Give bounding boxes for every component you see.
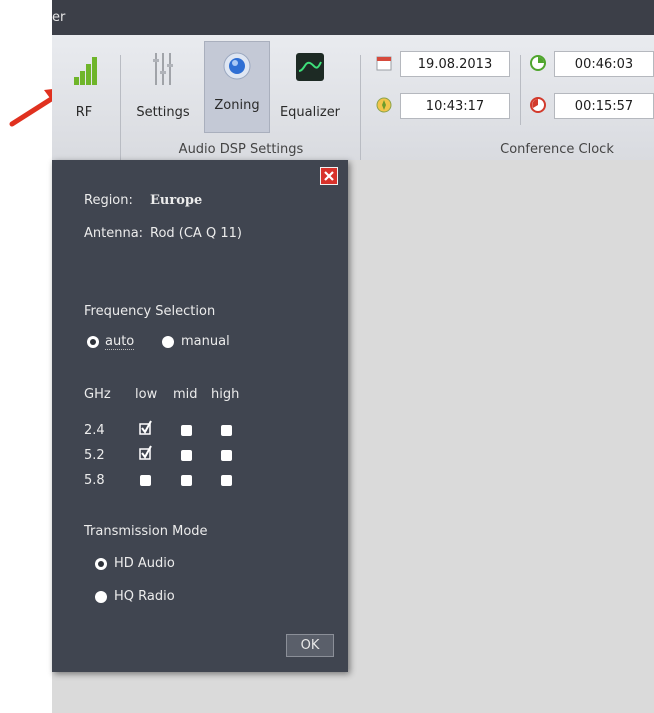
signal-bars-icon	[74, 57, 97, 85]
freq-manual-radio[interactable]	[162, 336, 174, 348]
zoning-button[interactable]: Zoning	[204, 41, 270, 133]
antenna-label: Antenna:	[84, 226, 144, 241]
checkmark-icon	[139, 420, 152, 435]
clock-group-label: Conference Clock	[500, 142, 614, 157]
checkbox-2-4-high[interactable]	[221, 425, 232, 436]
freq-auto-label[interactable]: auto	[105, 334, 135, 350]
rf-settings-dialog: Region: Europe Antenna: Rod (CA Q 11) Fr…	[52, 160, 348, 672]
region-value: Europe	[150, 193, 203, 208]
timer-remaining-icon	[530, 97, 546, 113]
window-title: er	[52, 10, 66, 25]
checkbox-5-2-low[interactable]	[139, 445, 152, 460]
rf-button[interactable]: RF	[60, 43, 108, 133]
mode-hq-radio-label[interactable]: HQ Radio	[114, 589, 175, 604]
checkmark-icon	[139, 445, 152, 460]
zoning-label: Zoning	[214, 98, 260, 113]
mode-hd-audio-radio[interactable]	[95, 558, 107, 570]
elapsed-timer-field[interactable]: 00:46:03	[554, 51, 654, 77]
ghz-header: GHz	[84, 387, 111, 402]
sliders-icon	[153, 53, 173, 85]
equalizer-button[interactable]: Equalizer	[274, 43, 346, 133]
waveform-icon	[296, 53, 324, 81]
mode-hq-radio-radio[interactable]	[95, 591, 107, 603]
checkbox-5-2-mid[interactable]	[181, 450, 192, 461]
close-button[interactable]	[320, 167, 338, 185]
settings-label: Settings	[136, 105, 190, 120]
checkbox-5-8-high[interactable]	[221, 475, 232, 486]
zoning-disc-icon	[223, 52, 251, 80]
checkbox-5-2-high[interactable]	[221, 450, 232, 461]
audio-group-label: Audio DSP Settings	[178, 142, 304, 157]
frequency-selection-heading: Frequency Selection	[84, 304, 216, 319]
rf-label: RF	[75, 105, 93, 120]
time-field[interactable]: 10:43:17	[400, 93, 510, 119]
ghz-row-label: 5.8	[84, 473, 105, 488]
timer-start-icon	[530, 55, 546, 71]
mid-header: mid	[173, 387, 198, 402]
calendar-icon	[376, 56, 392, 71]
freq-manual-label[interactable]: manual	[181, 334, 230, 349]
checkbox-5-8-low[interactable]	[140, 475, 151, 486]
equalizer-label: Equalizer	[279, 105, 341, 120]
close-icon	[324, 171, 334, 181]
date-field[interactable]: 19.08.2013	[400, 51, 510, 77]
freq-auto-radio[interactable]	[87, 336, 99, 348]
compass-icon	[376, 97, 392, 113]
ghz-row-label: 5.2	[84, 448, 105, 463]
settings-button[interactable]: Settings	[128, 43, 198, 133]
transmission-mode-heading: Transmission Mode	[84, 524, 208, 539]
low-header: low	[135, 387, 158, 402]
ribbon-toolbar: RF Settings Zoning Equalizer Audio DSP S…	[52, 35, 654, 160]
ok-button[interactable]: OK	[286, 634, 334, 657]
ghz-row-label: 2.4	[84, 423, 105, 438]
checkbox-5-8-mid[interactable]	[181, 475, 192, 486]
checkbox-2-4-low[interactable]	[139, 420, 152, 435]
checkbox-2-4-mid[interactable]	[181, 425, 192, 436]
mode-hd-audio-label[interactable]: HD Audio	[114, 556, 175, 571]
remaining-timer-field[interactable]: 00:15:57	[554, 93, 654, 119]
region-label: Region:	[84, 193, 133, 208]
antenna-value: Rod (CA Q 11)	[150, 226, 242, 241]
title-bar: er	[52, 0, 654, 35]
high-header: high	[211, 387, 240, 402]
